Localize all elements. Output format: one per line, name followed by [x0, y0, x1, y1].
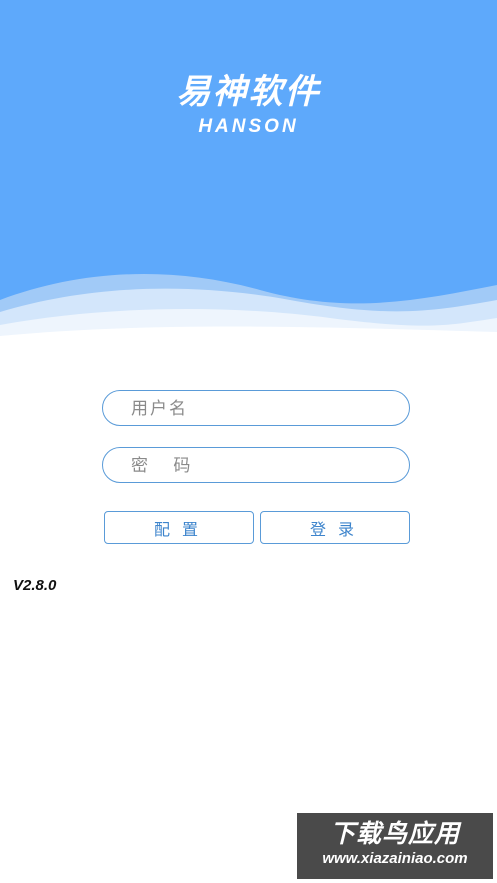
- username-field[interactable]: [102, 390, 410, 427]
- brand-name-en: HANSON: [198, 116, 299, 137]
- watermark-logo: 下载鸟应用 www.xiazainiao.com: [297, 813, 493, 879]
- brand-name-cn: 易神软件: [176, 72, 321, 112]
- login-button[interactable]: 登录: [260, 511, 410, 544]
- wave-decoration: [0, 273, 497, 345]
- config-button[interactable]: 配置: [104, 511, 254, 544]
- watermark-text: 下载鸟应用: [329, 819, 460, 848]
- password-field[interactable]: [102, 447, 410, 484]
- brand-logo: 易神软件 HANSON: [0, 70, 497, 138]
- password-input[interactable]: [129, 448, 393, 484]
- watermark-url: www.xiazainiao.com: [322, 850, 468, 867]
- header-banner: 易神软件 HANSON: [0, 0, 497, 345]
- username-input[interactable]: [129, 391, 393, 427]
- version-label: V2.8.0: [13, 577, 57, 594]
